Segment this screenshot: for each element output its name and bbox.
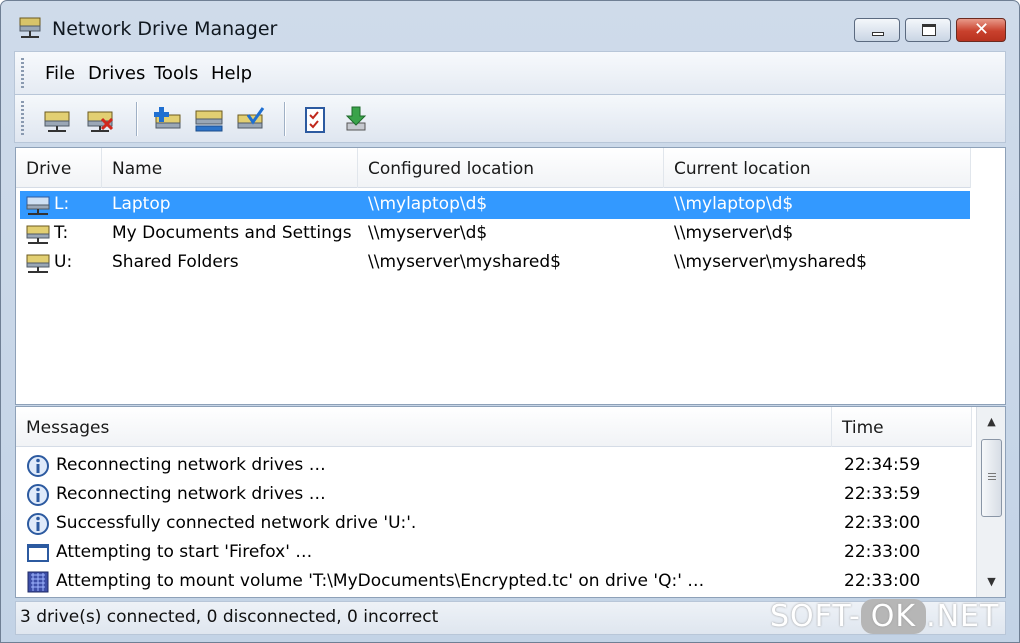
message-row[interactable]: Attempting to start 'Firefox' … 22:33:00 (22, 539, 972, 567)
options-icon[interactable] (300, 105, 332, 135)
column-current-location[interactable]: Current location (664, 148, 971, 188)
scroll-up-icon[interactable]: ▲ (977, 409, 1006, 435)
status-text: 3 drive(s) connected, 0 disconnected, 0 … (20, 607, 439, 627)
message-log[interactable]: Messages Time Reconnecting network drive… (15, 406, 1006, 598)
message-row[interactable]: Attempting to mount volume 'T:\MyDocumen… (22, 568, 972, 596)
message-time: 22:33:00 (844, 513, 921, 533)
message-time: 22:34:59 (844, 455, 921, 475)
drive-name: Shared Folders (112, 252, 239, 272)
scroll-down-icon[interactable]: ▼ (977, 569, 1006, 595)
connect-drive-icon[interactable] (42, 105, 74, 135)
menu-bar: File Drives Tools Help (14, 51, 1006, 95)
minimize-button[interactable] (854, 18, 900, 42)
drive-name: My Documents and Settings (112, 223, 352, 243)
network-drive-app-icon (19, 17, 41, 38)
menu-help[interactable]: Help (211, 63, 252, 84)
message-text: Reconnecting network drives … (56, 484, 326, 504)
maximize-icon (922, 24, 936, 36)
drive-letter: L: (54, 194, 70, 214)
scrollbar-thumb[interactable] (981, 439, 1002, 517)
program-icon (27, 544, 49, 562)
drive-current-location: \\myserver\myshared$ (674, 252, 867, 272)
watermark-left: SOFT- (770, 599, 861, 634)
column-configured-location[interactable]: Configured location (358, 148, 664, 188)
message-text: Successfully connected network drive 'U:… (56, 513, 417, 533)
message-log-header: Messages Time (16, 407, 972, 447)
edit-drive-icon[interactable] (193, 105, 225, 135)
watermark-right: .NET (926, 599, 1000, 634)
drive-configured-location: \\myserver\myshared$ (368, 252, 561, 272)
title-bar[interactable]: Network Drive Manager ✕ (1, 1, 1019, 49)
drive-letter: T: (54, 223, 69, 243)
drive-name: Laptop (112, 194, 171, 214)
window-title: Network Drive Manager (52, 18, 278, 40)
menu-drives[interactable]: Drives (88, 63, 145, 84)
drive-row[interactable]: U: Shared Folders \\myserver\myshared$ \… (20, 249, 970, 277)
message-row[interactable]: Reconnecting network drives … 22:33:59 (22, 481, 972, 509)
message-text: Reconnecting network drives … (56, 455, 326, 475)
column-time[interactable]: Time (832, 407, 972, 447)
add-drive-icon[interactable] (151, 105, 183, 135)
watermark-ok: OK (860, 599, 927, 634)
drive-current-location: \\myserver\d$ (674, 223, 794, 243)
column-drive[interactable]: Drive (16, 148, 102, 188)
info-icon (27, 455, 49, 477)
message-row[interactable]: Successfully connected network drive 'U:… (22, 510, 972, 538)
toolbar-separator (284, 102, 285, 136)
message-time: 22:33:00 (844, 542, 921, 562)
drive-list-header: Drive Name Configured location Current l… (16, 148, 971, 188)
watermark: SOFT- OK .NET (770, 599, 999, 639)
message-time: 22:33:59 (844, 484, 921, 504)
message-text: Attempting to mount volume 'T:\MyDocumen… (56, 571, 705, 591)
download-icon[interactable] (341, 105, 373, 135)
maximize-button[interactable] (905, 18, 951, 42)
menu-grip[interactable] (21, 58, 24, 88)
info-icon (27, 513, 49, 535)
info-icon (27, 484, 49, 506)
scroll-grip-lines (988, 473, 996, 481)
app-window: Network Drive Manager ✕ File Drives Tool… (0, 0, 1020, 643)
network-drive-icon (26, 225, 50, 244)
close-icon: ✕ (974, 19, 990, 40)
menu-tools[interactable]: Tools (154, 63, 198, 84)
drive-current-location: \\mylaptop\d$ (674, 194, 794, 214)
message-scrollbar[interactable]: ▲ ▼ (976, 407, 1005, 597)
close-button[interactable]: ✕ (956, 18, 1006, 42)
network-drive-icon (26, 254, 50, 273)
drive-row[interactable]: T: My Documents and Settings \\myserver\… (20, 220, 970, 248)
minimize-icon (872, 32, 884, 36)
drive-letter: U: (54, 252, 73, 272)
toolbar-separator (136, 102, 137, 136)
disconnect-drive-icon[interactable] (85, 105, 117, 135)
check-drive-icon[interactable] (235, 105, 267, 135)
toolbar-grip[interactable] (21, 101, 24, 136)
volume-icon (27, 571, 49, 593)
drive-row[interactable]: L: Laptop \\mylaptop\d$ \\mylaptop\d$ (20, 191, 970, 219)
column-name[interactable]: Name (102, 148, 358, 188)
drive-configured-location: \\myserver\d$ (368, 223, 488, 243)
column-messages[interactable]: Messages (16, 407, 832, 447)
toolbar (14, 95, 1006, 143)
menu-file[interactable]: File (45, 63, 75, 84)
drive-list[interactable]: Drive Name Configured location Current l… (15, 147, 1006, 405)
network-drive-icon (26, 196, 50, 215)
message-text: Attempting to start 'Firefox' … (56, 542, 313, 562)
message-time: 22:33:00 (844, 571, 921, 591)
message-row[interactable]: Reconnecting network drives … 22:34:59 (22, 452, 972, 480)
drive-configured-location: \\mylaptop\d$ (368, 194, 488, 214)
